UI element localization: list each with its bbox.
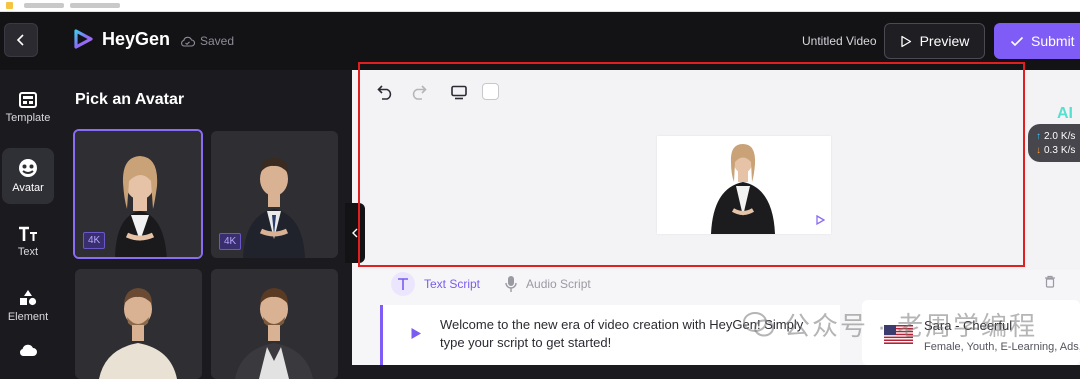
saved-status: Saved: [180, 34, 234, 48]
tab-text-script[interactable]: Text Script: [390, 271, 480, 297]
upload-cloud-icon: [20, 344, 37, 356]
saved-label: Saved: [200, 34, 235, 48]
submit-label: Submit: [1031, 33, 1075, 49]
avatar-panel: Pick an Avatar 4K 4K: [60, 70, 352, 379]
cloud-check-icon: [181, 36, 195, 47]
us-flag-icon: [884, 325, 913, 344]
rail-item-text[interactable]: Text: [2, 214, 54, 270]
redo-icon: [412, 85, 427, 100]
voice-tags: Female, Youth, E-Learning, Ads,: [924, 341, 1080, 353]
rail-item-label: Text: [17, 246, 39, 258]
text-script-icon: [391, 272, 415, 296]
speed-unit: K/s: [1060, 144, 1076, 156]
download-arrow-icon: ↓: [1036, 144, 1041, 156]
avatar-card[interactable]: [211, 269, 338, 379]
tab-audio-script[interactable]: Audio Script: [504, 275, 591, 293]
rail-item-element[interactable]: Element: [2, 278, 54, 334]
bookmark-item[interactable]: [24, 3, 64, 8]
upload-arrow-icon: ↑: [1036, 130, 1041, 142]
browser-bookmark-strip: [0, 0, 1080, 12]
element-icon: [20, 290, 37, 306]
check-icon: [1010, 36, 1024, 46]
trash-icon: [1045, 275, 1055, 288]
play-outline-icon: [900, 35, 911, 47]
preview-label: Preview: [919, 33, 970, 49]
preview-button[interactable]: Preview: [884, 23, 985, 59]
undo-icon: [376, 85, 391, 100]
undo-button[interactable]: [375, 82, 395, 102]
panel-title: Pick an Avatar: [75, 91, 185, 108]
avatar-card[interactable]: 4K: [211, 131, 338, 258]
rail-item-upload[interactable]: [2, 342, 54, 372]
rail-item-avatar[interactable]: Avatar: [2, 148, 54, 204]
screen-ratio-icon: [451, 85, 467, 99]
bookmark-folder-icon: [6, 2, 13, 9]
screen-ratio-button[interactable]: [449, 82, 469, 102]
chevron-left-icon: [352, 228, 358, 238]
badge-4k: 4K: [219, 233, 242, 250]
avatar-card[interactable]: [75, 269, 202, 379]
rail-item-label: Template: [5, 112, 51, 124]
network-speed-widget: ↑ 2.0 K/s ↓ 0.3 K/s: [1028, 124, 1080, 162]
microphone-icon: [505, 276, 517, 292]
speed-unit: K/s: [1060, 130, 1076, 142]
chevron-left-icon: [16, 34, 24, 46]
stage-avatar-preview: [657, 136, 831, 234]
upload-speed: 2.0: [1044, 130, 1058, 142]
avatar-icon: [19, 159, 37, 177]
left-tool-rail: Template Avatar Text Element: [0, 70, 60, 365]
script-tabs: Text Script Audio Script: [390, 270, 591, 298]
badge-4k: 4K: [83, 232, 106, 249]
text-icon: [19, 226, 37, 241]
video-stage[interactable]: [657, 136, 831, 234]
top-header: HeyGen Saved Untitled Video Preview Subm…: [0, 12, 1080, 70]
template-icon: [19, 92, 37, 108]
script-text[interactable]: Welcome to the new era of video creation…: [440, 316, 820, 352]
redo-button[interactable]: [408, 82, 428, 102]
play-script-icon[interactable]: [410, 327, 422, 340]
avatar-thumbnail: [211, 269, 338, 379]
avatar-card[interactable]: 4K: [73, 129, 203, 259]
tab-text-script-label: Text Script: [424, 277, 481, 291]
video-title[interactable]: Untitled Video: [802, 34, 877, 48]
avatar-thumbnail: [75, 269, 202, 379]
rail-item-template[interactable]: Template: [2, 80, 54, 136]
ai-label: AI: [1057, 105, 1073, 122]
download-speed: 0.3: [1044, 144, 1058, 156]
logo-text: HeyGen: [102, 28, 171, 49]
back-button[interactable]: [4, 23, 38, 57]
rail-item-label: Avatar: [12, 182, 44, 194]
submit-button[interactable]: Submit: [994, 23, 1080, 59]
tab-audio-script-label: Audio Script: [526, 277, 591, 291]
collapse-panel-button[interactable]: [345, 203, 365, 263]
heygen-logo[interactable]: HeyGen: [72, 28, 170, 50]
background-color-swatch[interactable]: [482, 83, 499, 100]
heygen-logo-icon: [74, 29, 93, 49]
delete-script-button[interactable]: [1044, 275, 1056, 293]
voice-name: Sara - Cheerful: [924, 318, 1013, 333]
bookmark-item[interactable]: [70, 3, 120, 8]
rail-item-label: Element: [7, 311, 49, 323]
